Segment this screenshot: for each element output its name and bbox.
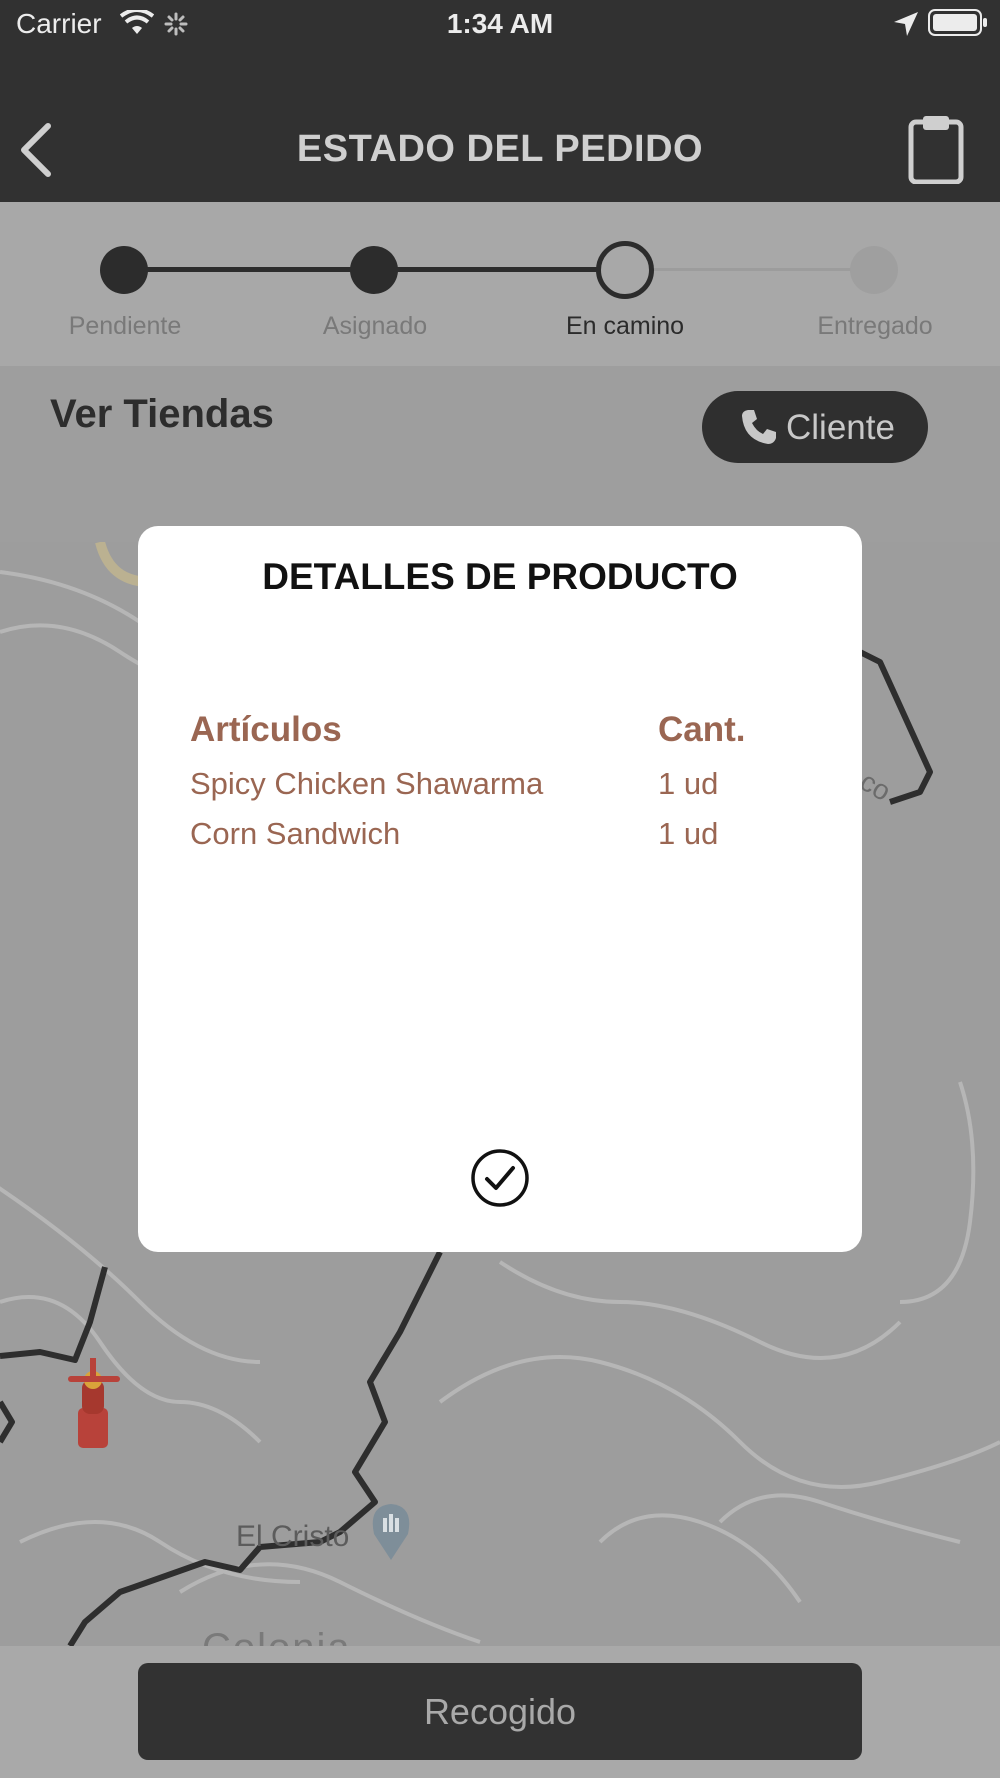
step-label-entregado: Entregado (817, 312, 933, 340)
map-partial-label: Colonia (202, 1626, 352, 1646)
battery-icon (928, 9, 987, 36)
item-name: Corn Sandwich (190, 816, 401, 851)
status-time: 1:34 AM (446, 8, 554, 39)
modal-title: DETALLES DE PRODUCTO (262, 556, 738, 597)
progress-line-pending (624, 268, 874, 271)
step-label-asignado: Asignado (322, 312, 428, 340)
location-arrow-icon (894, 12, 918, 36)
map-place-label: El Cristo (236, 1520, 350, 1553)
item-qty: 1 ud (658, 766, 719, 801)
step-label-pendiente: Pendiente (68, 312, 182, 340)
phone-icon (742, 410, 776, 444)
step-dot-pendiente (100, 246, 148, 294)
product-details-modal: DETALLES DE PRODUCTO Artículos Cant. Spi… (138, 526, 862, 1252)
order-progress (0, 202, 1000, 366)
step-dot-entregado (850, 246, 898, 294)
step-dot-asignado (350, 246, 398, 294)
step-label-en-camino: En camino (565, 312, 685, 340)
column-header-qty: Cant. (658, 710, 746, 749)
nav-bar: ESTADO DEL PEDIDO (0, 50, 1000, 202)
call-client-button[interactable]: Cliente (702, 391, 928, 463)
item-name: Spicy Chicken Shawarma (190, 766, 544, 801)
page-title: ESTADO DEL PEDIDO (296, 128, 704, 170)
ver-tiendas-link[interactable]: Ver Tiendas (50, 392, 274, 437)
picked-up-button[interactable]: Recogido (138, 1663, 862, 1760)
confirm-check-icon[interactable] (470, 1148, 530, 1208)
item-qty: 1 ud (658, 816, 719, 851)
place-pin-icon (372, 1504, 410, 1560)
step-dot-en-camino (596, 241, 654, 299)
client-button-label: Cliente (786, 408, 895, 447)
delivery-scooter-icon (68, 1358, 120, 1448)
clipboard-icon[interactable] (908, 114, 964, 184)
status-bar: Carrier 1:34 AM (0, 0, 1000, 50)
column-header-items: Artículos (190, 710, 342, 749)
